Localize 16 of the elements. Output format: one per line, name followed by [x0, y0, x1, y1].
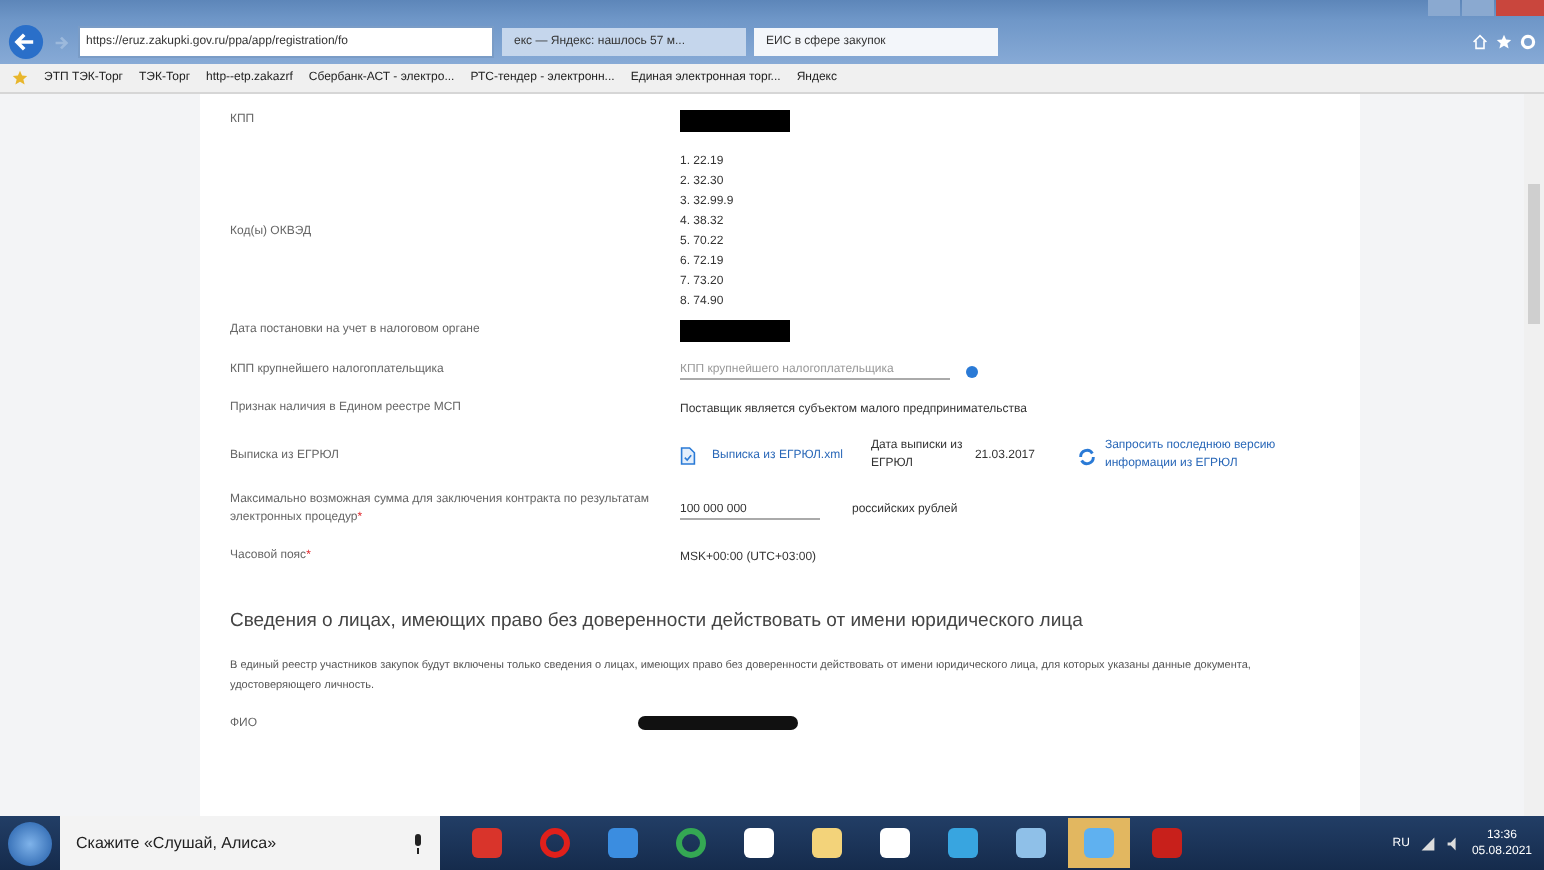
favorites-star-icon: [12, 70, 28, 86]
speaker-icon: [1445, 835, 1462, 851]
start-button[interactable]: [8, 821, 52, 865]
refresh-icon[interactable]: [1078, 447, 1097, 465]
info-dot-icon[interactable]: [966, 365, 978, 377]
redaction-block: [680, 320, 790, 342]
microphone-icon: [412, 833, 424, 853]
document-icon: [680, 446, 696, 466]
scrollbar[interactable]: [1524, 94, 1544, 816]
redaction-block: [680, 110, 790, 132]
section-heading: Сведения о лицах, имеющих право без доверенности действовать от имени юридического лица: [230, 610, 1085, 632]
search-field[interactable]: Скажите «Слушай, Алиса»: [60, 816, 440, 870]
star-icon[interactable]: [1496, 34, 1512, 50]
back-icon[interactable]: [8, 24, 44, 60]
home-icon[interactable]: [1472, 34, 1488, 50]
signal-icon: [1419, 835, 1436, 851]
